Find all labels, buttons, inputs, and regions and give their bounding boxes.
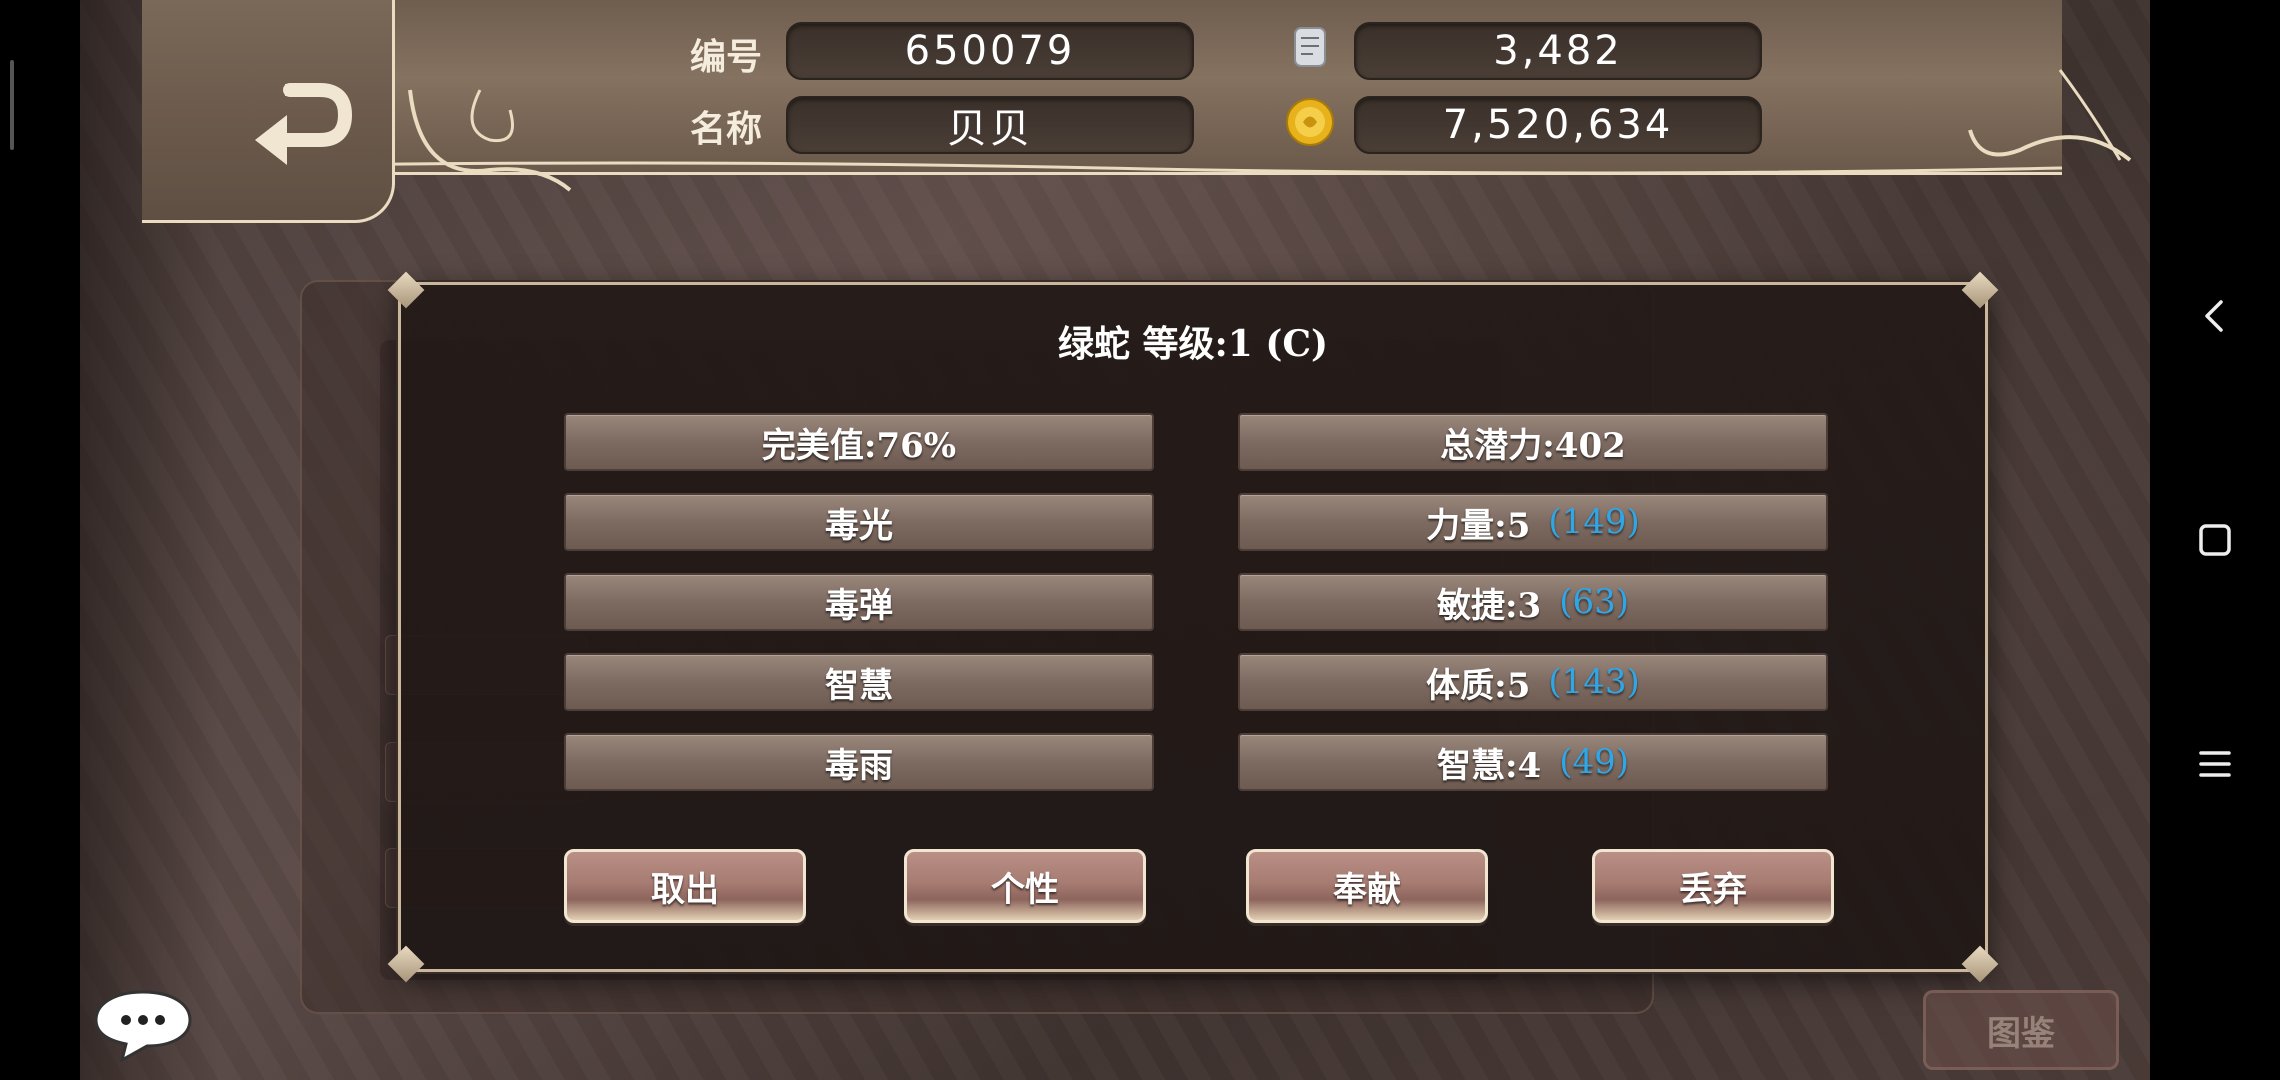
stat-bonus: (149) [1548, 502, 1640, 542]
header-flourish [1968, 69, 2132, 162]
constitution-bar: 体质:5 (143) [1238, 653, 1828, 711]
stat-label: 智慧:4 [1436, 745, 1542, 786]
intelligence-bar: 智慧:4 (49) [1238, 733, 1828, 791]
strength-bar: 力量:5 (149) [1238, 493, 1828, 551]
id-label: 编号 [690, 37, 763, 78]
header-flourish [408, 89, 572, 192]
return-arrow-icon [255, 83, 353, 165]
atlas-button[interactable]: 图鉴 [1923, 990, 2119, 1070]
pet-title: 绿蛇 等级:1 (C) [1057, 323, 1329, 365]
potential-bar: 总潜力:402 [1238, 413, 1828, 471]
gem-value: 3,482 [1354, 22, 1762, 80]
stat-bonus: (143) [1548, 662, 1640, 702]
skill-label: 智慧 [825, 665, 893, 706]
skill-label: 毒雨 [825, 745, 893, 786]
nav-home-icon[interactable] [2195, 520, 2235, 560]
name-label: 名称 [690, 109, 763, 150]
pet-detail-dialog: 绿蛇 等级:1 (C) 完美值:76% 毒光 毒弹 智慧 毒雨 总潜力:402 … [387, 271, 1999, 983]
gold-value: 7,520,634 [1354, 96, 1762, 154]
stat-label: 体质:5 [1426, 665, 1531, 706]
discard-button[interactable]: 丢弃 [1592, 849, 1834, 923]
stat-label: 力量:5 [1426, 505, 1531, 546]
perfection-bar: 完美值:76% [564, 413, 1154, 471]
back-button[interactable] [245, 70, 355, 170]
gold-coin-icon [1285, 97, 1335, 147]
personality-button[interactable]: 个性 [904, 849, 1146, 923]
stat-bonus: (49) [1559, 742, 1629, 782]
donate-button[interactable]: 奉献 [1246, 849, 1488, 923]
gem-scroll-icon [1285, 22, 1335, 72]
chat-bubble-icon [94, 990, 192, 1064]
agility-bar: 敏捷:3 (63) [1238, 573, 1828, 631]
skill-label: 毒光 [825, 505, 893, 546]
stat-bonus: (63) [1559, 582, 1629, 622]
skill-bar[interactable]: 毒雨 [564, 733, 1154, 791]
stat-label: 完美值:76% [761, 425, 957, 466]
stat-label: 敏捷:3 [1436, 585, 1542, 626]
id-value: 650079 [786, 22, 1194, 80]
skill-label: 毒弹 [825, 585, 893, 626]
nav-menu-icon[interactable] [2195, 744, 2235, 784]
name-value: 贝贝 [786, 96, 1194, 154]
edge-handle[interactable] [10, 60, 14, 150]
stat-label: 总潜力:402 [1440, 425, 1626, 466]
take-out-button[interactable]: 取出 [564, 849, 806, 923]
skill-bar[interactable]: 毒光 [564, 493, 1154, 551]
skill-bar[interactable]: 智慧 [564, 653, 1154, 711]
skill-bar[interactable]: 毒弹 [564, 573, 1154, 631]
nav-back-icon[interactable] [2195, 296, 2235, 336]
chat-button[interactable] [92, 988, 194, 1064]
